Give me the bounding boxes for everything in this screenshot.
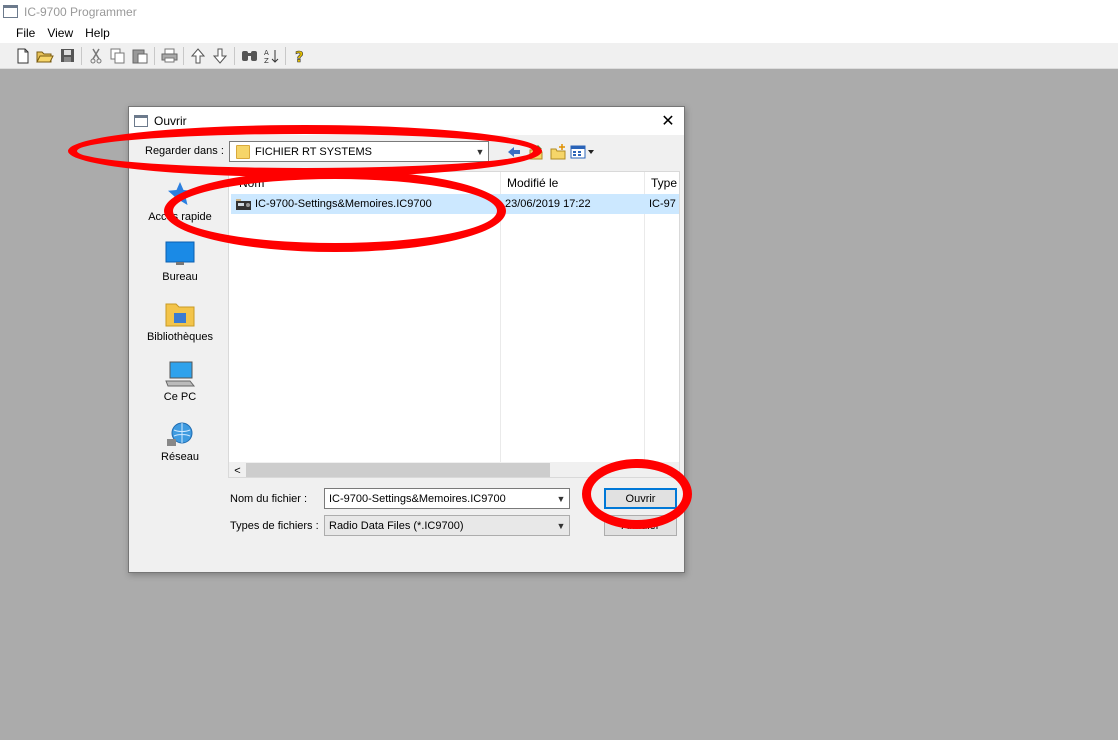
save-icon[interactable] <box>56 45 78 67</box>
network-icon <box>167 422 193 446</box>
app-title: IC-9700 Programmer <box>24 4 137 19</box>
desktop-icon <box>165 241 195 265</box>
file-modified-cell: 23/06/2019 17:22 <box>505 198 591 210</box>
help-icon[interactable]: ? <box>289 45 311 67</box>
column-divider <box>644 172 645 462</box>
file-name-input-value[interactable]: IC-9700-Settings&Memoires.IC9700 <box>329 493 553 505</box>
copy-icon[interactable] <box>107 45 129 67</box>
places-bar: Accès rapide Bureau Bibliothèques Ce PC … <box>137 171 223 559</box>
menu-file[interactable]: File <box>10 26 41 40</box>
look-in-label: Regarder dans : <box>145 145 224 157</box>
file-type-label: Types de fichiers : <box>230 520 319 532</box>
file-type-select[interactable]: Radio Data Files (*.IC9700) ▼ <box>324 515 570 536</box>
open-file-dialog: Ouvrir ✕ Regarder dans : FICHIER RT SYST… <box>128 106 685 573</box>
svg-text:A: A <box>264 49 269 57</box>
place-label: Bureau <box>162 271 198 283</box>
place-libraries[interactable]: Bibliothèques <box>137 301 223 343</box>
file-name-label: Nom du fichier : <box>230 493 308 505</box>
place-this-pc[interactable]: Ce PC <box>137 361 223 403</box>
dialog-titlebar: Ouvrir ✕ <box>129 107 684 135</box>
dialog-window-icon <box>134 115 148 127</box>
toolbar-separator <box>234 46 235 65</box>
radio-file-icon <box>236 198 251 210</box>
app-window-icon <box>3 5 18 18</box>
file-type-cell: IC-97 <box>649 198 676 210</box>
toolbar-separator <box>183 46 184 65</box>
up-folder-icon[interactable] <box>525 141 547 162</box>
folder-icon <box>236 144 250 159</box>
menu-help[interactable]: Help <box>79 26 116 40</box>
sort-icon[interactable]: AZ <box>260 45 282 67</box>
scrollbar-thumb[interactable] <box>246 463 550 477</box>
chevron-down-icon[interactable]: ▼ <box>553 521 569 531</box>
look-in-dropdown[interactable]: FICHIER RT SYSTEMS ▼ <box>229 141 489 162</box>
chevron-down-icon: ▼ <box>475 146 485 157</box>
file-row-selected[interactable]: IC-9700-Settings&Memoires.IC9700 23/06/2… <box>231 194 679 214</box>
cut-icon[interactable] <box>85 45 107 67</box>
file-name-combobox[interactable]: IC-9700-Settings&Memoires.IC9700 ▼ <box>324 488 570 509</box>
menu-bar: File View Help <box>0 23 1118 43</box>
dialog-nav-toolbar <box>503 141 597 162</box>
place-label: Accès rapide <box>148 211 212 223</box>
svg-text:?: ? <box>295 48 304 64</box>
app-titlebar: IC-9700 Programmer <box>0 0 1118 23</box>
open-folder-icon[interactable] <box>34 45 56 67</box>
file-name-text: IC-9700-Settings&Memoires.IC9700 <box>255 198 432 210</box>
toolbar-separator <box>81 46 82 65</box>
quick-access-star-icon <box>168 182 192 205</box>
view-menu-icon[interactable] <box>569 141 597 162</box>
column-header-name[interactable]: Nom <box>233 172 499 194</box>
close-icon[interactable]: ✕ <box>658 111 678 131</box>
back-arrow-icon[interactable] <box>503 141 525 162</box>
new-folder-icon[interactable] <box>547 141 569 162</box>
look-in-value: FICHIER RT SYSTEMS <box>255 145 372 158</box>
place-quick-access[interactable]: Accès rapide <box>137 181 223 223</box>
place-label: Réseau <box>161 451 199 463</box>
file-list-view[interactable]: Nom Modifié le Type IC-9700-Settings&Mem… <box>228 171 680 478</box>
toolbar-separator <box>154 46 155 65</box>
print-icon[interactable] <box>158 45 180 67</box>
column-header-type[interactable]: Type <box>645 172 679 194</box>
file-name-cell: IC-9700-Settings&Memoires.IC9700 <box>235 194 499 214</box>
open-button[interactable]: Ouvrir <box>604 488 677 509</box>
main-toolbar: AZ ? <box>0 43 1118 69</box>
column-header-modified[interactable]: Modifié le <box>501 172 643 194</box>
place-network[interactable]: Réseau <box>137 421 223 463</box>
file-type-value: Radio Data Files (*.IC9700) <box>329 519 464 532</box>
horizontal-scrollbar[interactable]: < <box>229 462 679 477</box>
svg-text:Z: Z <box>264 57 269 64</box>
scroll-left-arrow-icon[interactable]: < <box>229 465 246 477</box>
move-up-icon[interactable] <box>187 45 209 67</box>
column-divider <box>500 172 501 462</box>
new-file-icon[interactable] <box>12 45 34 67</box>
this-pc-icon <box>165 361 196 387</box>
menu-view[interactable]: View <box>41 26 79 40</box>
place-label: Ce PC <box>163 391 197 403</box>
move-down-icon[interactable] <box>209 45 231 67</box>
place-desktop[interactable]: Bureau <box>137 241 223 283</box>
chevron-down-icon[interactable]: ▼ <box>553 494 569 504</box>
libraries-icon <box>165 303 195 327</box>
cancel-button[interactable]: Annuler <box>604 515 677 536</box>
paste-icon[interactable] <box>129 45 151 67</box>
dialog-title: Ouvrir <box>154 114 187 128</box>
place-label: Bibliothèques <box>146 331 214 343</box>
find-icon[interactable] <box>238 45 260 67</box>
toolbar-separator <box>285 46 286 65</box>
